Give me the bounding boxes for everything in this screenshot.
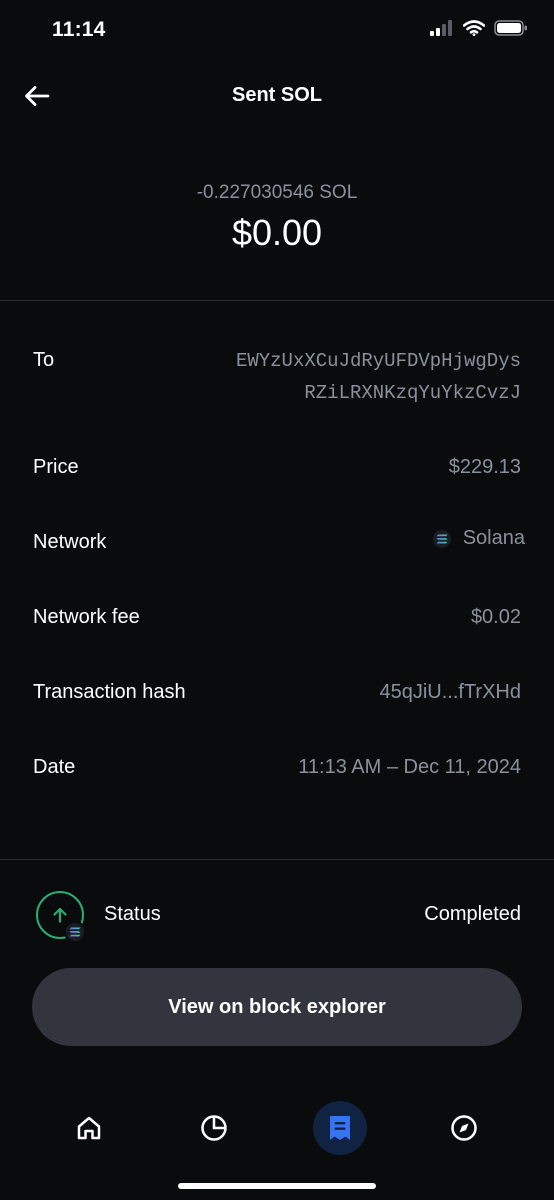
network-value: Solana — [432, 527, 525, 550]
to-address-line1: EWYzUxXCuJdRyUFDVpHjwgDys — [235, 350, 521, 372]
home-indicator — [178, 1183, 376, 1189]
solana-logo-icon — [432, 529, 451, 548]
page-title: Sent SOL — [231, 84, 322, 106]
network-fee-value: $0.02 — [470, 606, 521, 628]
to-label: To — [33, 349, 55, 371]
status-time: 11:14 — [52, 18, 106, 41]
pie-chart-icon — [201, 1115, 227, 1141]
to-address[interactable]: EWYzUxXCuJdRyUFDVpHjwgDys RZiLRXNKzqYuYk… — [236, 345, 521, 409]
fiat-amount: $0.00 — [231, 212, 323, 253]
transaction-detail-screen: 11:14 Sent SOL -0.227030546 SOL $0.00 To… — [0, 0, 554, 1200]
home-icon — [77, 1116, 101, 1140]
transaction-hash-value[interactable]: 45qJiU...fTrXHd — [379, 681, 521, 704]
receipt-icon — [330, 1116, 350, 1140]
price-label: Price — [33, 456, 79, 478]
solana-badge-icon — [64, 921, 86, 943]
network-label: Network — [33, 531, 107, 553]
compass-icon — [451, 1115, 477, 1141]
arrow-up-icon — [53, 907, 67, 923]
crypto-amount: -0.227030546 SOL — [196, 182, 358, 203]
network-name: Solana — [462, 527, 525, 549]
date-label: Date — [33, 756, 76, 778]
tab-home[interactable] — [62, 1101, 116, 1155]
date-value: 11:13 AM – Dec 11, 2024 — [298, 756, 521, 778]
status-label: Status — [104, 903, 161, 925]
navigation-header: Sent SOL — [0, 66, 554, 126]
status-icons — [430, 20, 528, 36]
divider — [0, 300, 554, 301]
cellular-signal-icon — [430, 20, 452, 36]
status-bar: 11:14 — [0, 0, 554, 60]
bottom-tab-bar — [0, 1095, 554, 1161]
status-icon — [36, 891, 86, 943]
to-address-line2: RZiLRXNKzqYuYkzCvzJ — [304, 382, 521, 404]
transaction-hash-label: Transaction hash — [33, 681, 186, 703]
status-value: Completed — [424, 903, 521, 925]
network-fee-label: Network fee — [33, 606, 140, 628]
divider — [0, 859, 554, 860]
wifi-icon — [463, 20, 485, 36]
tab-transactions[interactable] — [313, 1101, 367, 1155]
price-value: $229.13 — [448, 456, 521, 478]
battery-icon — [494, 20, 527, 36]
view-on-block-explorer-button[interactable]: View on block explorer — [32, 968, 522, 1046]
tab-portfolio[interactable] — [187, 1101, 241, 1155]
tab-explore[interactable] — [437, 1101, 491, 1155]
